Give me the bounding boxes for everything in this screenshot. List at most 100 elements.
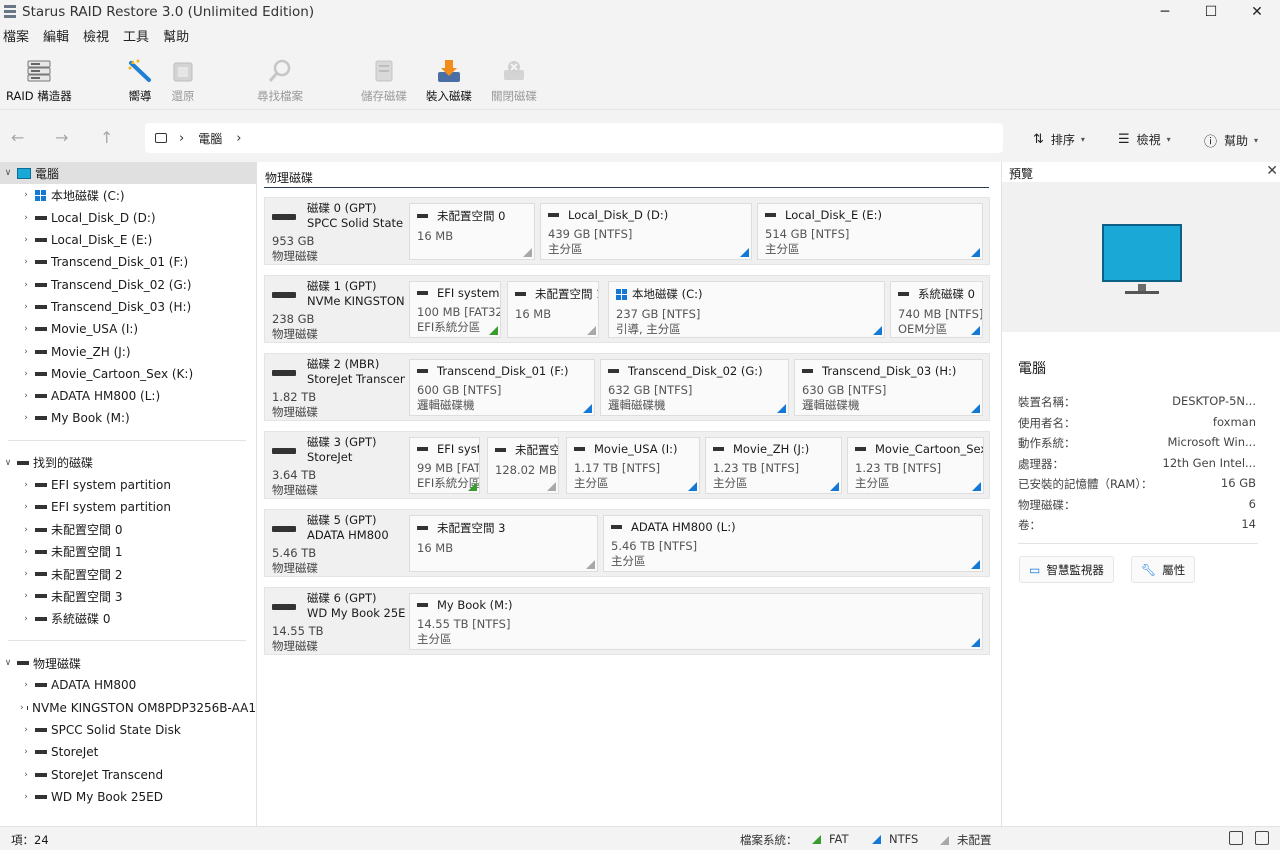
menu-edit[interactable]: 編輯 bbox=[40, 26, 73, 45]
partition-tile[interactable]: EFI system partition 100 MB [FAT32]EFI系統分… bbox=[409, 281, 501, 338]
chevron-right-icon[interactable]: › bbox=[20, 257, 32, 267]
chevron-right-icon[interactable]: › bbox=[20, 569, 32, 579]
chevron-right-icon[interactable]: › bbox=[20, 614, 32, 624]
save-disk-button[interactable]: 儲存磁碟 bbox=[361, 58, 407, 104]
chevron-right-icon[interactable]: › bbox=[20, 347, 32, 357]
partition-tile[interactable]: Local_Disk_D (D:) 439 GB [NTFS] 主分區 bbox=[540, 203, 752, 260]
partition-tile[interactable]: Transcend_Disk_02 (G:) 632 GB [NTFS] 邏輯磁碟機 bbox=[600, 359, 789, 416]
load-disk-button[interactable]: 裝入磁碟 bbox=[426, 58, 472, 104]
disk-info[interactable]: 磁碟 0 (GPT) SPCC Solid State D 953 GB 物理磁碟 bbox=[265, 198, 405, 264]
menu-view[interactable]: 檢視 bbox=[80, 26, 113, 45]
tree-item[interactable]: › Transcend_Disk_03 (H:) bbox=[0, 296, 256, 318]
disk-info[interactable]: 磁碟 3 (GPT) StoreJet 3.64 TB 物理磁碟 bbox=[265, 432, 405, 498]
partition-tile[interactable]: 未配置空間 1 16 MB bbox=[507, 281, 599, 338]
tree-item[interactable]: › NVMe KINGSTON OM8PDP3256B-AA1 bbox=[0, 697, 256, 719]
chevron-right-icon[interactable]: › bbox=[20, 703, 24, 713]
layout-icon[interactable] bbox=[1229, 831, 1243, 845]
chevron-right-icon[interactable]: › bbox=[20, 747, 32, 757]
partition-tile[interactable]: 本地磁碟 (C:) 237 GB [NTFS] 引導, 主分區 bbox=[608, 281, 885, 338]
partition-tile[interactable]: 未配置空間 3 16 MB bbox=[409, 515, 598, 572]
partition-tile[interactable]: Transcend_Disk_03 (H:) 630 GB [NTFS] 邏輯磁碟機 bbox=[794, 359, 983, 416]
tree-item[interactable]: › StoreJet bbox=[0, 741, 256, 763]
tree-item[interactable]: › WD My Book 25ED bbox=[0, 786, 256, 808]
chevron-right-icon[interactable]: › bbox=[20, 324, 32, 334]
minimize-button[interactable]: ─ bbox=[1142, 0, 1188, 24]
back-arrow-icon[interactable]: ← bbox=[11, 128, 24, 147]
tree-item[interactable]: › Movie_USA (I:) bbox=[0, 318, 256, 340]
partition-tile[interactable]: EFI system partition99 MB [FAT16]EFI系統分區 bbox=[409, 437, 480, 494]
chevron-down-icon[interactable]: ∨ bbox=[2, 658, 14, 668]
close-button[interactable]: ✕ bbox=[1234, 0, 1280, 24]
disk-row[interactable]: 磁碟 5 (GPT) ADATA HM800 5.46 TB 物理磁碟 未配置空間 3 1… bbox=[264, 509, 990, 577]
disk-info[interactable]: 磁碟 2 (MBR) StoreJet Transcend 1.82 TB 物理磁碟 bbox=[265, 354, 405, 420]
tree-item[interactable]: › ADATA HM800 bbox=[0, 674, 256, 696]
chevron-right-icon[interactable]: › bbox=[20, 591, 32, 601]
help-button[interactable]: ⓘ 幫助 ▾ bbox=[1204, 131, 1258, 150]
restore-button[interactable]: 還原 bbox=[170, 58, 196, 104]
chevron-right-icon[interactable]: › bbox=[20, 190, 32, 200]
tree-item[interactable]: › ADATA HM800 (L:) bbox=[0, 385, 256, 407]
disk-row[interactable]: 磁碟 6 (GPT) WD My Book 25ED 14.55 TB 物理磁碟 My … bbox=[264, 587, 990, 655]
partition-tile[interactable]: Local_Disk_E (E:) 514 GB [NTFS] 主分區 bbox=[757, 203, 983, 260]
chevron-right-icon[interactable]: › bbox=[20, 792, 32, 802]
partition-tile[interactable]: ADATA HM800 (L:) 5.46 TB [NTFS] 主分區 bbox=[603, 515, 983, 572]
chevron-right-icon[interactable]: › bbox=[20, 280, 32, 290]
address-bar[interactable]: › 電腦 › bbox=[145, 123, 1003, 153]
properties-button[interactable]: 🔧︎ 屬性 bbox=[1131, 556, 1196, 583]
disk-row[interactable]: 磁碟 0 (GPT) SPCC Solid State D 953 GB 物理磁碟 未配… bbox=[264, 197, 990, 265]
partition-tile[interactable]: Transcend_Disk_01 (F:) 600 GB [NTFS] 邏輯磁碟機 bbox=[409, 359, 595, 416]
tree-item[interactable]: › EFI system partition bbox=[0, 496, 256, 518]
breadcrumb-computer[interactable]: 電腦 bbox=[198, 130, 222, 147]
chevron-down-icon[interactable]: ∨ bbox=[2, 168, 14, 178]
close-disk-button[interactable]: 關閉磁碟 bbox=[491, 58, 537, 104]
tree-item[interactable]: › Local_Disk_D (D:) bbox=[0, 207, 256, 229]
chevron-right-icon[interactable]: › bbox=[20, 547, 32, 557]
chevron-right-icon[interactable]: › bbox=[20, 480, 32, 490]
tree-item[interactable]: › Movie_Cartoon_Sex (K:) bbox=[0, 363, 256, 385]
tree-item[interactable]: › 本地磁碟 (C:) bbox=[0, 184, 256, 206]
tree-item[interactable]: › 未配置空間 0 bbox=[0, 518, 256, 540]
up-arrow-icon[interactable]: ↑ bbox=[100, 128, 113, 147]
panel-toggle-icon[interactable] bbox=[1255, 831, 1269, 845]
tree-item[interactable]: › 未配置空間 1 bbox=[0, 541, 256, 563]
partition-tile[interactable]: 未配置空間 0 16 MB bbox=[409, 203, 535, 260]
chevron-right-icon[interactable]: › bbox=[20, 502, 32, 512]
partition-tile[interactable]: 未配置空間 2 128.02 MB bbox=[487, 437, 559, 494]
disk-info[interactable]: 磁碟 1 (GPT)NVMe KINGSTON OM8PDP3256B 238 G… bbox=[265, 276, 405, 342]
tree-physical-disks[interactable]: ∨ 物理磁碟 bbox=[0, 652, 256, 674]
maximize-button[interactable]: ☐ bbox=[1188, 0, 1234, 24]
disk-row[interactable]: 磁碟 3 (GPT)StoreJet 3.64 TB物理磁碟 EFI system … bbox=[264, 431, 990, 499]
chevron-right-icon[interactable]: › bbox=[20, 413, 32, 423]
chevron-down-icon[interactable]: ∨ bbox=[2, 458, 14, 468]
partition-tile[interactable]: Movie_Cartoon_Sex (K:) 1.23 TB [NTFS]主分區 bbox=[847, 437, 984, 494]
disk-row[interactable]: 磁碟 1 (GPT)NVMe KINGSTON OM8PDP3256B 238 G… bbox=[264, 275, 990, 343]
tree-item[interactable]: › Local_Disk_E (E:) bbox=[0, 229, 256, 251]
tree-item[interactable]: › Transcend_Disk_01 (F:) bbox=[0, 251, 256, 273]
smart-monitor-button[interactable]: ▭ 智慧監視器 bbox=[1019, 556, 1114, 583]
view-button[interactable]: ☰ 檢視 ▾ bbox=[1118, 131, 1171, 148]
tree-found-disks[interactable]: ∨ 找到的磁碟 bbox=[0, 452, 256, 474]
tree-item[interactable]: › EFI system partition bbox=[0, 474, 256, 496]
chevron-right-icon[interactable]: › bbox=[20, 302, 32, 312]
menu-file[interactable]: 檔案 bbox=[0, 26, 33, 45]
chevron-right-icon[interactable]: › bbox=[20, 525, 32, 535]
menu-help[interactable]: 幫助 bbox=[160, 26, 193, 45]
chevron-right-icon[interactable]: › bbox=[20, 725, 32, 735]
chevron-right-icon[interactable]: › bbox=[20, 369, 32, 379]
partition-tile[interactable]: 系統磁碟 0 740 MB [NTFS] OEM分區 bbox=[890, 281, 983, 338]
tree-item[interactable]: › Transcend_Disk_02 (G:) bbox=[0, 273, 256, 295]
menu-tools[interactable]: 工具 bbox=[120, 26, 153, 45]
chevron-right-icon[interactable]: › bbox=[20, 770, 32, 780]
disk-row[interactable]: 磁碟 2 (MBR) StoreJet Transcend 1.82 TB 物理磁碟 T… bbox=[264, 353, 990, 421]
chevron-right-icon[interactable]: › bbox=[20, 235, 32, 245]
disk-info[interactable]: 磁碟 5 (GPT) ADATA HM800 5.46 TB 物理磁碟 bbox=[265, 510, 405, 576]
tree-item[interactable]: › 系統磁碟 0 bbox=[0, 608, 256, 630]
partition-tile[interactable]: Movie_ZH (J:) 1.23 TB [NTFS] 主分區 bbox=[705, 437, 842, 494]
chevron-right-icon[interactable]: › bbox=[20, 213, 32, 223]
tree-item[interactable]: › 未配置空間 3 bbox=[0, 585, 256, 607]
disk-info[interactable]: 磁碟 6 (GPT) WD My Book 25ED 14.55 TB 物理磁碟 bbox=[265, 588, 405, 654]
tree-item[interactable]: › StoreJet Transcend bbox=[0, 763, 256, 785]
find-files-button[interactable]: 尋找檔案 bbox=[257, 58, 303, 104]
close-icon[interactable]: ✕ bbox=[1266, 163, 1278, 179]
chevron-right-icon[interactable]: › bbox=[20, 391, 32, 401]
